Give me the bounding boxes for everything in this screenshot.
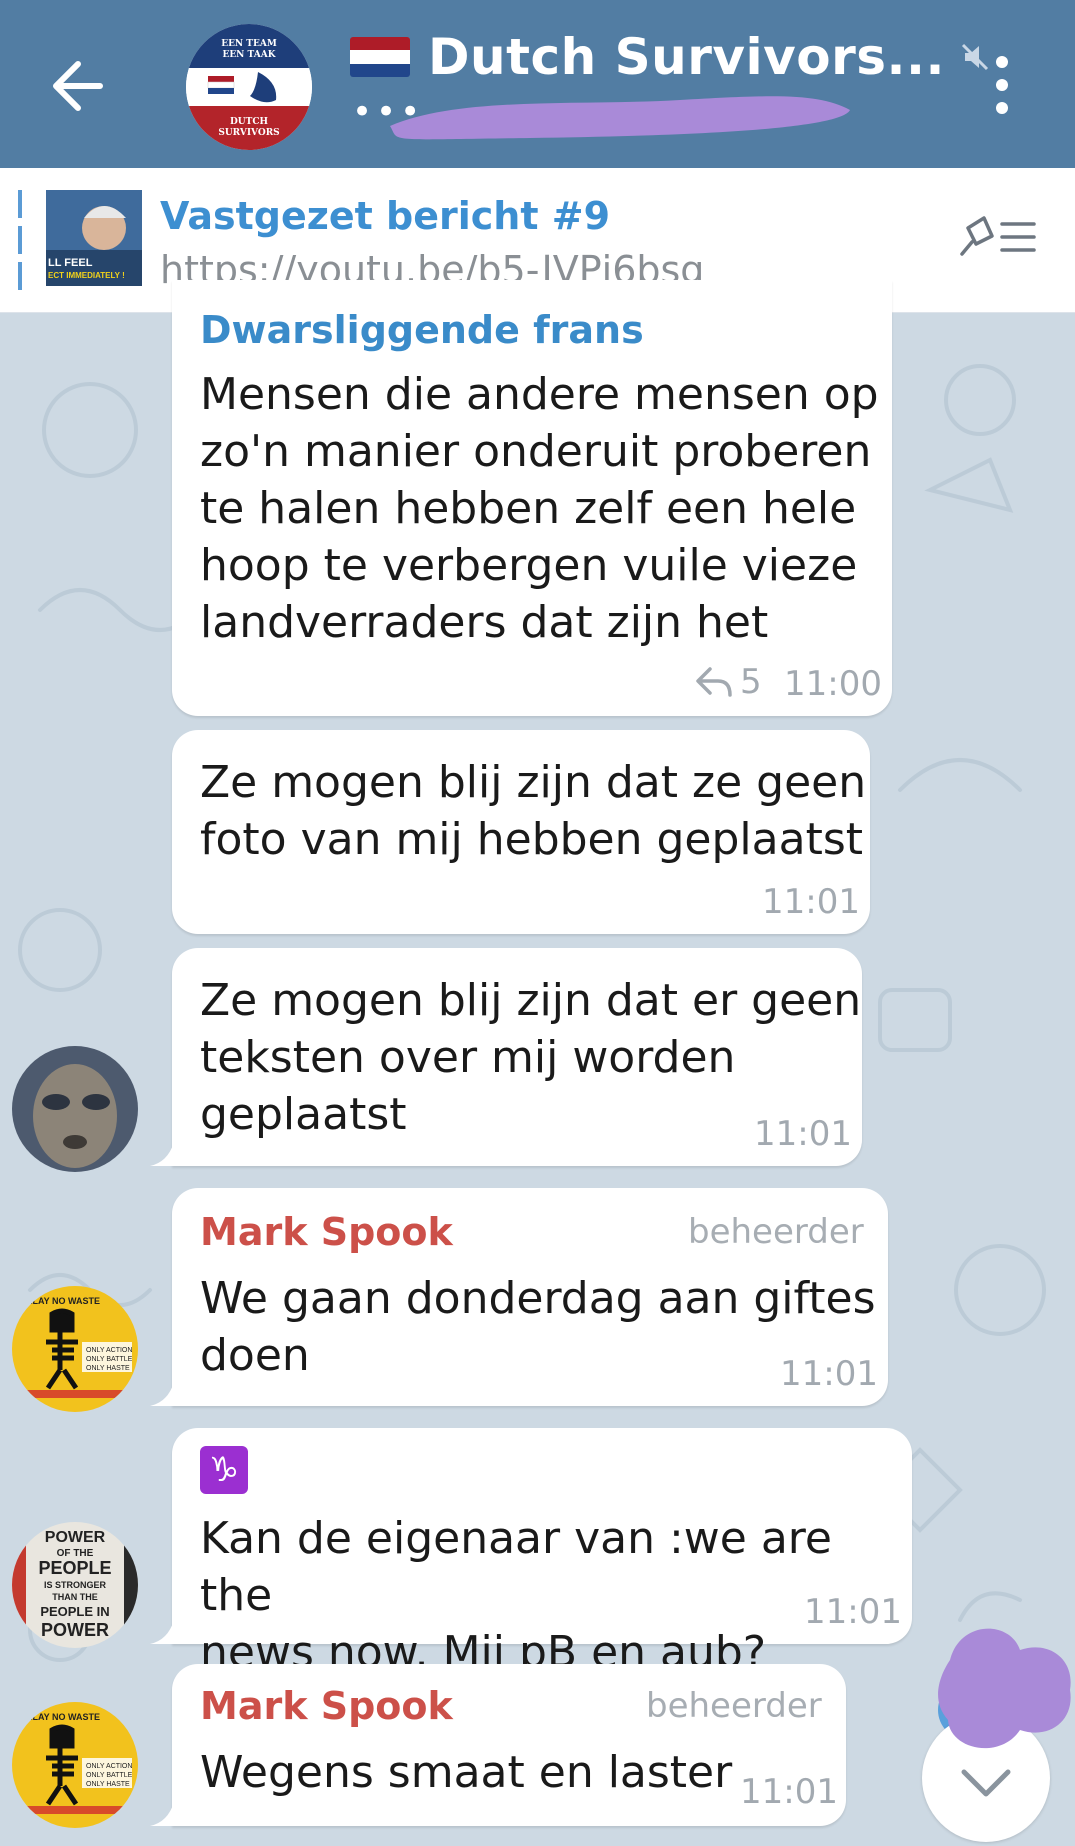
svg-text:PEOPLE: PEOPLE: [38, 1558, 111, 1578]
svg-text:PEOPLE IN: PEOPLE IN: [40, 1604, 109, 1619]
svg-text:ONLY BATTLE: ONLY BATTLE: [86, 1772, 133, 1779]
svg-text:ONLY HASTE: ONLY HASTE: [86, 1781, 130, 1788]
channel-logo-icon: EEN TEAM EEN TAAK DUTCH SURVIVORS: [186, 24, 312, 150]
message-sender[interactable]: Dwarsliggende frans: [200, 308, 644, 352]
arrow-left-icon[interactable]: [44, 52, 112, 120]
message-bubble[interactable]: Dwarsliggende frans Mensen die andere me…: [172, 280, 892, 716]
svg-text:IS STRONGER: IS STRONGER: [44, 1580, 107, 1590]
redaction-scribble: [390, 96, 850, 140]
message-sender[interactable]: Mark Spook: [200, 1684, 453, 1728]
user-avatar[interactable]: DELAY NO WASTE ONLY ACTION ONLY BATTLE O…: [12, 1286, 138, 1412]
user-avatar[interactable]: [12, 1046, 138, 1172]
chat-title-row[interactable]: Dutch Survivors...: [350, 22, 991, 92]
svg-text:POWER: POWER: [41, 1620, 109, 1640]
pinned-title: Vastgezet bericht #9: [160, 194, 611, 238]
redaction-scribble: [938, 1628, 1071, 1749]
svg-text:POWER: POWER: [45, 1529, 106, 1546]
svg-text:EEN TAAK: EEN TAAK: [222, 50, 276, 60]
svg-text:ONLY HASTE: ONLY HASTE: [86, 1365, 130, 1372]
message-sender[interactable]: Mark Spook: [200, 1210, 453, 1254]
svg-text:SURVIVORS: SURVIVORS: [218, 128, 279, 138]
user-avatar[interactable]: DELAY NO WASTE ONLY ACTION ONLY BATTLE O…: [12, 1702, 138, 1828]
message-time: 11:01: [740, 1772, 838, 1812]
message-text: We gaan donderdag aan giftes doen: [200, 1273, 876, 1381]
admin-badge: beheerder: [688, 1212, 864, 1252]
svg-text:ONLY BATTLE: ONLY BATTLE: [86, 1356, 133, 1363]
message-bubble[interactable]: Mark Spook beheerder We gaan donderdag a…: [150, 1188, 888, 1406]
message-bubble[interactable]: Mark Spook beheerder Wegens smaat en las…: [150, 1664, 846, 1826]
message-time: 11:01: [804, 1592, 902, 1632]
power-people-avatar-icon: POWER OF THE PEOPLE IS STRONGER THAN THE…: [12, 1522, 138, 1648]
pinned-thumbnail: LL FEEL ECT IMMEDIATELY !: [46, 190, 142, 286]
capricorn-emoji-icon: ♑: [200, 1446, 248, 1494]
user-avatar[interactable]: POWER OF THE PEOPLE IS STRONGER THAN THE…: [12, 1522, 138, 1648]
reply-count[interactable]: 5: [694, 662, 762, 702]
message-bubble[interactable]: ♑ Kan de eigenaar van :we are the news n…: [150, 1428, 912, 1678]
more-vertical-icon[interactable]: [984, 54, 1020, 116]
message-time: 11:01: [762, 882, 860, 922]
reply-arrow-icon: [696, 667, 732, 697]
message-time: 11:01: [754, 1114, 852, 1154]
message-bubble[interactable]: Ze mogen blij zijn dat er geen teksten o…: [150, 948, 862, 1166]
svg-text:DUTCH: DUTCH: [230, 117, 269, 127]
svg-text:ECT IMMEDIATELY !: ECT IMMEDIATELY !: [48, 271, 125, 280]
svg-text:THAN THE: THAN THE: [52, 1592, 98, 1602]
svg-text:ONLY ACTION: ONLY ACTION: [86, 1763, 132, 1770]
channel-avatar[interactable]: EEN TEAM EEN TAAK DUTCH SURVIVORS: [186, 24, 312, 150]
alien-face-avatar-icon: [12, 1046, 138, 1172]
pinned-list-icon[interactable]: [958, 214, 1038, 260]
message-bubble[interactable]: Ze mogen blij zijn dat ze geen foto van …: [172, 730, 870, 934]
svg-text:ONLY ACTION: ONLY ACTION: [86, 1347, 132, 1354]
chat-header: EEN TEAM EEN TAAK DUTCH SURVIVORS Dutch …: [0, 0, 1075, 168]
skeleton-poster-avatar-icon: DELAY NO WASTE ONLY ACTION ONLY BATTLE O…: [12, 1702, 138, 1828]
chat-title: Dutch Survivors...: [428, 28, 945, 86]
message-text: Wegens smaat en laster: [200, 1747, 733, 1798]
skeleton-poster-avatar-icon: DELAY NO WASTE ONLY ACTION ONLY BATTLE O…: [12, 1286, 138, 1412]
message-time: 11:00: [784, 664, 882, 704]
netherlands-flag-icon: [350, 37, 410, 77]
admin-badge: beheerder: [646, 1686, 822, 1726]
svg-text:EEN TEAM: EEN TEAM: [221, 39, 277, 49]
message-text: Ze mogen blij zijn dat ze geen foto van …: [200, 757, 867, 865]
message-time: 11:01: [780, 1354, 878, 1394]
message-text: Mensen die andere mensen op zo'n manier …: [200, 369, 879, 648]
svg-text:LL FEEL: LL FEEL: [48, 257, 93, 269]
pinned-indicator: [18, 190, 22, 290]
